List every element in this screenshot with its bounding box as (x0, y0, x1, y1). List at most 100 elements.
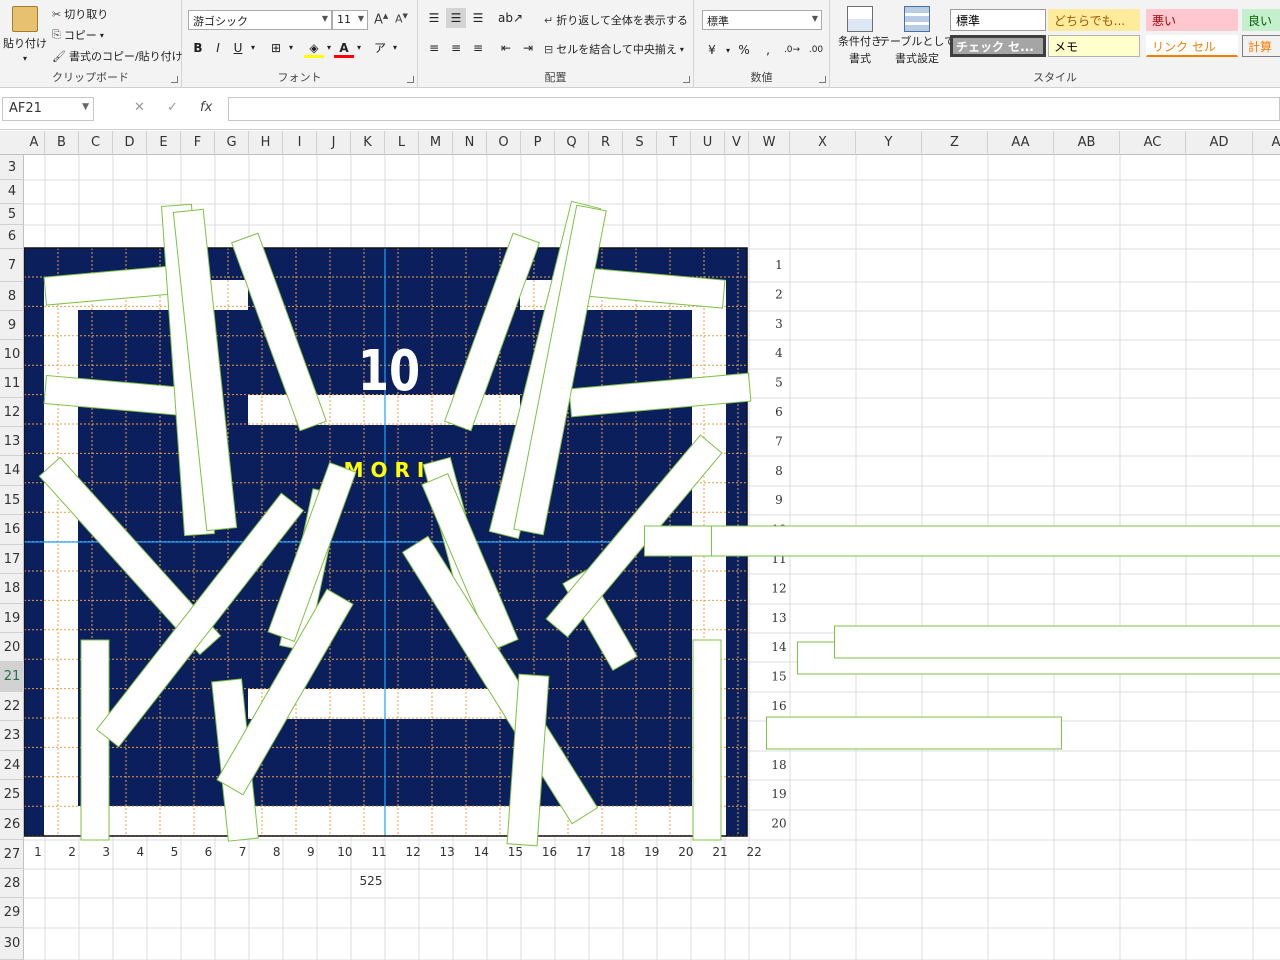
column-header[interactable]: A (24, 131, 45, 155)
cell-style-option[interactable]: どちらでも... (1048, 9, 1140, 31)
row-header[interactable]: 22 (0, 692, 24, 721)
cell-style-option[interactable]: メモ (1048, 35, 1140, 57)
row-header[interactable]: 23 (0, 721, 24, 751)
row-header[interactable]: 25 (0, 780, 24, 810)
column-header[interactable]: P (521, 131, 555, 155)
decrease-decimal-icon[interactable]: .00 (806, 40, 826, 60)
formula-input[interactable] (228, 97, 1280, 121)
cell-style-option[interactable]: リンク セル (1146, 35, 1238, 57)
cell-style-option[interactable]: 計算 (1242, 35, 1280, 57)
increase-decimal-icon[interactable]: .0→ (782, 40, 802, 60)
row-header[interactable]: 5 (0, 204, 24, 225)
column-header[interactable]: X (790, 131, 856, 155)
enter-icon[interactable]: ✓ (167, 100, 178, 115)
comma-button[interactable]: , (758, 40, 778, 60)
conditional-format-button[interactable]: 条件付き 書式 (836, 6, 884, 66)
italic-button[interactable]: I (208, 38, 228, 58)
align-middle-icon[interactable]: ☰ (446, 8, 466, 28)
name-box[interactable]: AF21 ▼ (2, 97, 94, 121)
column-header[interactable]: D (113, 131, 147, 155)
column-header[interactable]: C (79, 131, 113, 155)
column-header[interactable]: U (691, 131, 725, 155)
row-header[interactable]: 27 (0, 840, 24, 869)
column-header[interactable]: Q (555, 131, 589, 155)
column-header[interactable]: N (453, 131, 487, 155)
font-size-select[interactable]: 11 ▼ (332, 10, 368, 30)
clipboard-launcher-icon[interactable] (171, 76, 178, 83)
alignment-launcher-icon[interactable] (683, 76, 690, 83)
row-header[interactable]: 7 (0, 249, 24, 282)
column-header[interactable]: W (749, 131, 790, 155)
chevron-down-icon[interactable]: ▾ (248, 38, 258, 58)
chevron-down-icon[interactable]: ▾ (726, 46, 730, 55)
align-right-icon[interactable]: ≡ (468, 38, 488, 58)
row-header[interactable]: 29 (0, 898, 24, 928)
grow-font-button[interactable]: A▲ (374, 12, 388, 27)
align-center-icon[interactable]: ≡ (446, 38, 466, 58)
row-header[interactable]: 9 (0, 311, 24, 340)
row-header[interactable]: 6 (0, 225, 24, 249)
align-left-icon[interactable]: ≡ (424, 38, 444, 58)
cancel-icon[interactable]: ✕ (134, 100, 145, 115)
row-header[interactable]: 10 (0, 340, 24, 369)
bold-button[interactable]: B (188, 38, 208, 58)
number-launcher-icon[interactable] (819, 76, 826, 83)
row-header[interactable]: 21 (0, 662, 24, 692)
column-header[interactable]: E (147, 131, 181, 155)
fill-color-icon[interactable]: ◈ (304, 38, 324, 58)
column-header[interactable]: H (249, 131, 283, 155)
column-header[interactable]: B (45, 131, 79, 155)
cut-button[interactable]: ✂ 切り取り (52, 6, 108, 22)
shrink-font-button[interactable]: A▼ (395, 12, 408, 26)
row-header[interactable]: 30 (0, 928, 24, 960)
column-header[interactable]: Y (856, 131, 922, 155)
column-header[interactable]: J (317, 131, 351, 155)
orientation-icon[interactable]: ab↗ (498, 8, 523, 28)
row-header[interactable]: 12 (0, 398, 24, 427)
row-header[interactable]: 20 (0, 633, 24, 662)
decrease-indent-icon[interactable]: ⇤ (496, 38, 516, 58)
row-header[interactable]: 4 (0, 180, 24, 204)
column-header[interactable]: L (385, 131, 419, 155)
chevron-down-icon[interactable]: ▾ (354, 38, 364, 58)
font-name-select[interactable]: 游ゴシック ▼ (188, 10, 332, 30)
underline-button[interactable]: U (228, 38, 248, 58)
chevron-down-icon[interactable]: ▾ (286, 38, 296, 58)
row-header[interactable]: 3 (0, 155, 24, 180)
paste-button[interactable]: 貼り付け ▾ (3, 6, 47, 63)
chevron-down-icon[interactable]: ▾ (390, 38, 400, 58)
column-header[interactable]: R (589, 131, 623, 155)
font-color-icon[interactable]: A (334, 38, 354, 58)
row-header[interactable]: 13 (0, 427, 24, 456)
merge-center-button[interactable]: ⊟ セルを結合して中央揃え ▾ (544, 41, 684, 57)
cell-style-option[interactable]: 悪い (1146, 9, 1238, 31)
cell-style-option[interactable]: チェック セ... (950, 35, 1046, 57)
column-header[interactable]: T (657, 131, 691, 155)
row-header[interactable]: 8 (0, 282, 24, 311)
cell-style-option[interactable]: 標準 (950, 9, 1046, 31)
column-header[interactable]: M (419, 131, 453, 155)
column-header[interactable]: K (351, 131, 385, 155)
cell-style-option[interactable]: 良い (1242, 9, 1280, 31)
row-header[interactable]: 19 (0, 604, 24, 633)
row-header[interactable]: 18 (0, 574, 24, 604)
row-header[interactable]: 17 (0, 545, 24, 574)
wrap-text-button[interactable]: ↵ 折り返して全体を表示する (544, 12, 688, 28)
column-header[interactable]: G (215, 131, 249, 155)
row-header[interactable]: 15 (0, 486, 24, 515)
column-header[interactable]: Z (922, 131, 988, 155)
format-as-table-button[interactable]: テーブルとして 書式設定 (879, 6, 955, 66)
column-header[interactable]: F (181, 131, 215, 155)
number-format-select[interactable]: 標準 ▼ (702, 10, 822, 30)
column-header[interactable]: V (725, 131, 749, 155)
row-header[interactable]: 28 (0, 869, 24, 898)
column-header[interactable]: I (283, 131, 317, 155)
chevron-down-icon[interactable]: ▾ (324, 38, 334, 58)
row-header[interactable]: 24 (0, 751, 24, 780)
align-top-icon[interactable]: ☰ (424, 8, 444, 28)
currency-icon[interactable]: ¥ (702, 40, 722, 60)
borders-icon[interactable]: ⊞ (266, 38, 286, 58)
column-header[interactable]: S (623, 131, 657, 155)
column-header[interactable]: O (487, 131, 521, 155)
column-header[interactable]: AB (1054, 131, 1120, 155)
